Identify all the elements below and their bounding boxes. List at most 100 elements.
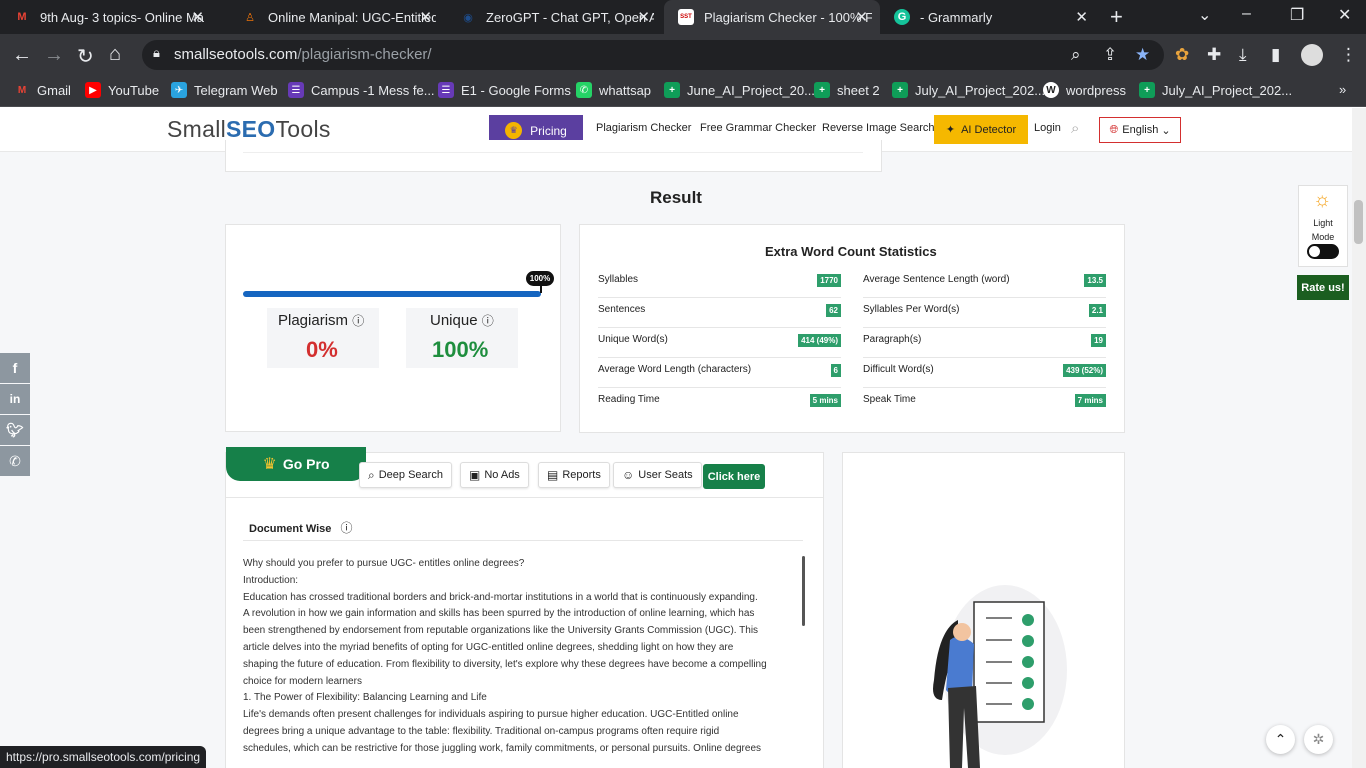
bookmark-label: Gmail <box>37 82 71 98</box>
bookmark-label: July_AI_Project_202... <box>1162 82 1293 98</box>
close-tab-icon[interactable]: ✕ <box>855 8 868 26</box>
stat-row: Sentences 62 <box>598 298 841 328</box>
bookmark-item[interactable]: ☰ Campus -1 Mess fe... <box>288 82 435 98</box>
twitter-icon[interactable]: 🐦︎ <box>0 415 30 445</box>
zoom-icon[interactable]: ⌕ <box>1071 45 1081 65</box>
bug-report-icon[interactable]: ✲ <box>1304 725 1333 754</box>
grammarly-icon: G <box>894 9 910 25</box>
bookmark-label: sheet 2 <box>837 82 880 98</box>
bookmark-item[interactable]: + June_AI_Project_20... <box>664 82 815 98</box>
bookmark-item[interactable]: ☰ E1 - Google Forms <box>438 82 571 98</box>
stat-row: Average Word Length (characters) 6 <box>598 358 841 388</box>
download-icon[interactable]: ⤓ <box>1239 45 1247 65</box>
nav-grammar-checker[interactable]: Free Grammar Checker <box>700 122 816 134</box>
bookmark-icon: + <box>1139 82 1155 98</box>
divider <box>243 152 863 153</box>
tab-3[interactable]: ◉ ZeroGPT - Chat GPT, Open AI ✕ <box>446 0 662 34</box>
document-line: Life's demands often present challenges … <box>243 709 739 721</box>
tab-1[interactable]: M 9th Aug- 3 topics- Online Ma ✕ <box>0 0 216 34</box>
facebook-icon[interactable]: f <box>0 353 30 383</box>
close-window-button[interactable]: ✕ <box>1338 5 1351 25</box>
forward-icon[interactable]: → <box>44 44 64 67</box>
feature-user-seats[interactable]: ☺ User Seats <box>613 462 702 488</box>
stat-row: Speak Time 7 mins <box>863 388 1106 418</box>
side-panel-icon[interactable]: ▮ <box>1271 45 1280 65</box>
bookmark-item[interactable]: M Gmail <box>14 82 71 98</box>
site-logo[interactable]: SmallSEOTools <box>167 116 331 143</box>
close-tab-icon[interactable]: ✕ <box>637 8 650 26</box>
info-icon[interactable]: ⓘ <box>340 521 352 535</box>
stat-value: 2.1 <box>1088 304 1106 317</box>
document-line: shaping the future of education. From fl… <box>243 658 767 670</box>
bookmark-icon: + <box>892 82 908 98</box>
address-url[interactable]: smallseotools.com/plagiarism-checker/ <box>174 46 432 63</box>
close-tab-icon[interactable]: ✕ <box>1075 8 1088 26</box>
reload-icon[interactable]: ↻ <box>77 44 94 69</box>
bookmark-label: June_AI_Project_20... <box>687 82 815 98</box>
rate-us-button[interactable]: Rate us! <box>1297 275 1349 300</box>
profile-avatar[interactable] <box>1301 44 1323 66</box>
go-pro-banner[interactable]: ♛ Go Pro <box>226 447 366 481</box>
bookmark-item[interactable]: ✆ whattsap <box>576 82 651 98</box>
home-icon[interactable]: ⌂ <box>109 43 121 66</box>
info-icon[interactable]: ⓘ <box>482 314 494 328</box>
nav-reverse-image-search[interactable]: Reverse Image Search <box>822 122 935 134</box>
document-line: A revolution in how we gain information … <box>243 608 755 620</box>
cookie-extension-icon[interactable]: ✿ <box>1175 45 1189 65</box>
restore-button[interactable]: ❐ <box>1290 5 1304 25</box>
chevron-down-icon: ⌄ <box>1161 124 1171 137</box>
result-heading: Result <box>650 188 702 207</box>
stats-title: Extra Word Count Statistics <box>765 244 937 259</box>
stat-value: 19 <box>1091 334 1106 347</box>
no-ads-icon: ▣ <box>469 468 481 482</box>
globe-icon: 🌐︎ <box>1109 123 1119 136</box>
scroll-top-button[interactable]: ⌃ <box>1266 725 1295 754</box>
bookmark-item[interactable]: + sheet 2 <box>814 82 880 98</box>
close-tab-icon[interactable]: ✕ <box>191 8 204 26</box>
lock-icon[interactable]: 🔒︎ <box>153 45 160 61</box>
search-icon[interactable]: ⌕ <box>1071 120 1079 137</box>
bookmark-item[interactable]: + July_AI_Project_202... <box>1139 82 1292 98</box>
ai-detector-button[interactable]: ✦ AI Detector <box>934 115 1028 144</box>
document-text[interactable]: Why should you prefer to pursue UGC- ent… <box>243 556 803 758</box>
feature-no-ads[interactable]: ▣ No Ads <box>460 462 529 488</box>
document-line: degrees bring a unique advantage to the … <box>243 725 720 737</box>
bookmark-star-icon[interactable]: ★ <box>1135 45 1150 65</box>
gmail-icon: M <box>17 11 27 23</box>
bookmark-label: whattsap <box>599 82 652 98</box>
bookmark-item[interactable]: + July_AI_Project_202... <box>892 82 1045 98</box>
linkedin-icon[interactable]: in <box>0 384 30 414</box>
share-icon[interactable]: ⇪ <box>1103 45 1117 65</box>
info-icon[interactable]: ⓘ <box>352 314 364 328</box>
document-scrollbar[interactable] <box>802 556 805 626</box>
search-icon: ⌕ <box>368 467 375 482</box>
close-tab-icon[interactable]: ✕ <box>419 8 432 26</box>
minimize-button[interactable]: – <box>1242 5 1251 23</box>
more-bookmarks-icon[interactable]: » <box>1339 82 1346 97</box>
feature-deep-search[interactable]: ⌕ Deep Search <box>359 462 452 488</box>
tab-title: Plagiarism Checker - 100% Fr <box>704 9 872 25</box>
language-select[interactable]: 🌐︎ English ⌄ <box>1099 117 1181 143</box>
stat-row: Syllables 1770 <box>598 268 841 298</box>
feature-reports[interactable]: ▤ Reports <box>538 462 610 488</box>
page-scrollbar-thumb[interactable] <box>1354 200 1363 244</box>
new-tab-button[interactable]: + <box>1110 4 1123 30</box>
click-here-button[interactable]: Click here <box>703 464 765 489</box>
document-line: Education has crossed traditional border… <box>243 591 758 603</box>
whatsapp-icon[interactable]: ✆ <box>0 446 30 476</box>
bookmark-item[interactable]: ▶ YouTube <box>85 82 159 98</box>
back-icon[interactable]: ← <box>12 44 32 67</box>
tab-search-icon[interactable]: ⌄ <box>1198 5 1211 25</box>
bookmark-item[interactable]: Wwordpress <box>1043 82 1126 98</box>
stat-value: 13.5 <box>1084 274 1106 287</box>
light-mode-toggle[interactable] <box>1307 244 1339 259</box>
login-link[interactable]: Login <box>1034 122 1061 134</box>
bookmark-item[interactable]: ✈ Telegram Web <box>171 82 278 98</box>
report-icon: ▤ <box>547 468 559 482</box>
menu-icon[interactable]: ⋮ <box>1340 45 1357 65</box>
tab-4[interactable]: SST Plagiarism Checker - 100% Fr ✕ <box>664 0 880 34</box>
tab-5[interactable]: G - Grammarly ✕ <box>880 0 1100 34</box>
divider <box>243 540 803 541</box>
extensions-icon[interactable]: ✚ <box>1207 45 1221 65</box>
tab-2[interactable]: ♙ Online Manipal: UGC-Entitled ✕ <box>228 0 444 34</box>
